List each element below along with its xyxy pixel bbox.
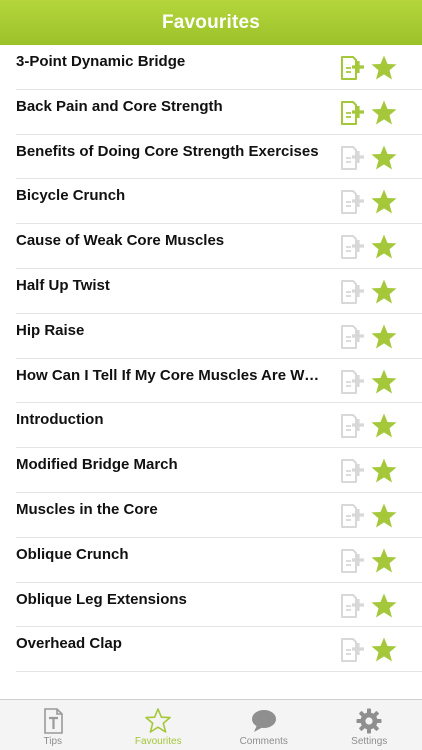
- tab-label: Settings: [351, 736, 388, 747]
- add-note-icon[interactable]: [339, 234, 365, 260]
- add-note-icon[interactable]: [339, 413, 365, 439]
- list-item-title: Hip Raise: [16, 321, 85, 339]
- list-item-title: Oblique Crunch: [16, 545, 129, 563]
- gear-icon: [356, 708, 382, 734]
- add-note-icon[interactable]: [339, 548, 365, 574]
- add-note-icon[interactable]: [339, 503, 365, 529]
- add-note-icon[interactable]: [339, 279, 365, 305]
- add-note-icon[interactable]: [339, 145, 365, 171]
- favourite-star-icon[interactable]: [370, 99, 398, 127]
- list-item-title: Introduction: [16, 411, 104, 429]
- favourite-star-icon[interactable]: [370, 592, 398, 620]
- favourite-star-icon[interactable]: [370, 547, 398, 575]
- favourite-star-icon[interactable]: [370, 502, 398, 530]
- list-item[interactable]: Half Up Twist: [16, 269, 422, 314]
- list-item-title: Half Up Twist: [16, 276, 110, 294]
- list-item[interactable]: Benefits of Doing Core Strength Exercise…: [16, 135, 422, 180]
- favourite-star-icon[interactable]: [370, 278, 398, 306]
- tab-label: Comments: [239, 736, 288, 747]
- list-item-title: Overhead Clap: [16, 635, 122, 653]
- add-note-icon[interactable]: [339, 637, 365, 663]
- list-item[interactable]: Oblique Leg Extensions: [16, 583, 422, 628]
- add-note-icon[interactable]: [339, 55, 365, 81]
- list-item-title: Bicycle Crunch: [16, 187, 126, 205]
- star-outline-icon: [145, 708, 172, 733]
- add-note-icon[interactable]: [339, 324, 365, 350]
- list-item[interactable]: Introduction: [16, 403, 422, 449]
- favourite-star-icon[interactable]: [370, 323, 398, 351]
- list-item[interactable]: Oblique Crunch: [16, 538, 422, 583]
- favourites-list: 3-Point Dynamic Bridge Back Pain and Core…: [0, 45, 422, 673]
- speech-bubble-icon: [251, 710, 276, 732]
- tab-favourites[interactable]: Favourites: [106, 700, 212, 750]
- favourite-star-icon[interactable]: [370, 457, 398, 485]
- list-item[interactable]: Modified Bridge March: [16, 448, 422, 493]
- favourite-star-icon[interactable]: [370, 233, 398, 261]
- favourite-star-icon[interactable]: [370, 636, 398, 664]
- list-item-title: Back Pain and Core Strength: [16, 97, 223, 115]
- list-item[interactable]: Hip Raise: [16, 314, 422, 359]
- list-item-title: How Can I Tell If My Core Muscles Are We…: [16, 366, 326, 384]
- list-item[interactable]: Overhead Clap: [16, 627, 422, 673]
- list-item[interactable]: Muscles in the Core: [16, 493, 422, 538]
- list-item-title: Modified Bridge March: [16, 456, 178, 474]
- list-item-title: Benefits of Doing Core Strength Exercise…: [16, 142, 319, 160]
- favourite-star-icon[interactable]: [370, 144, 398, 172]
- page-title: Favourites: [161, 11, 261, 33]
- list-item-title: 3-Point Dynamic Bridge: [16, 53, 186, 70]
- list-item[interactable]: How Can I Tell If My Core Muscles Are We…: [16, 359, 422, 404]
- list-item-title: Muscles in the Core: [16, 500, 158, 518]
- tab-tips[interactable]: Tips: [0, 700, 106, 750]
- add-note-icon[interactable]: [339, 189, 365, 215]
- list-item[interactable]: Cause of Weak Core Muscles: [16, 224, 422, 269]
- add-note-icon[interactable]: [339, 458, 365, 484]
- tab-label: Favourites: [134, 736, 182, 747]
- favourite-star-icon[interactable]: [370, 188, 398, 216]
- tab-settings[interactable]: Settings: [317, 700, 422, 750]
- tab-bar: Tips Favourites Comments Settings: [0, 699, 422, 750]
- document-t-icon: [43, 708, 63, 734]
- list-item-title: Oblique Leg Extensions: [16, 590, 187, 608]
- add-note-icon[interactable]: [339, 593, 365, 619]
- add-note-icon[interactable]: [339, 369, 365, 395]
- favourite-star-icon[interactable]: [370, 412, 398, 440]
- tab-comments[interactable]: Comments: [211, 700, 317, 750]
- nav-bar: Favourites: [0, 0, 422, 45]
- add-note-icon[interactable]: [339, 100, 365, 126]
- list-item[interactable]: Bicycle Crunch: [16, 179, 422, 225]
- favourite-star-icon[interactable]: [370, 54, 398, 82]
- list-item[interactable]: 3-Point Dynamic Bridge: [16, 45, 422, 90]
- tab-label: Tips: [43, 736, 63, 747]
- list-item[interactable]: Back Pain and Core Strength: [16, 90, 422, 135]
- list-item-title: Cause of Weak Core Muscles: [16, 232, 225, 250]
- favourite-star-icon[interactable]: [370, 368, 398, 396]
